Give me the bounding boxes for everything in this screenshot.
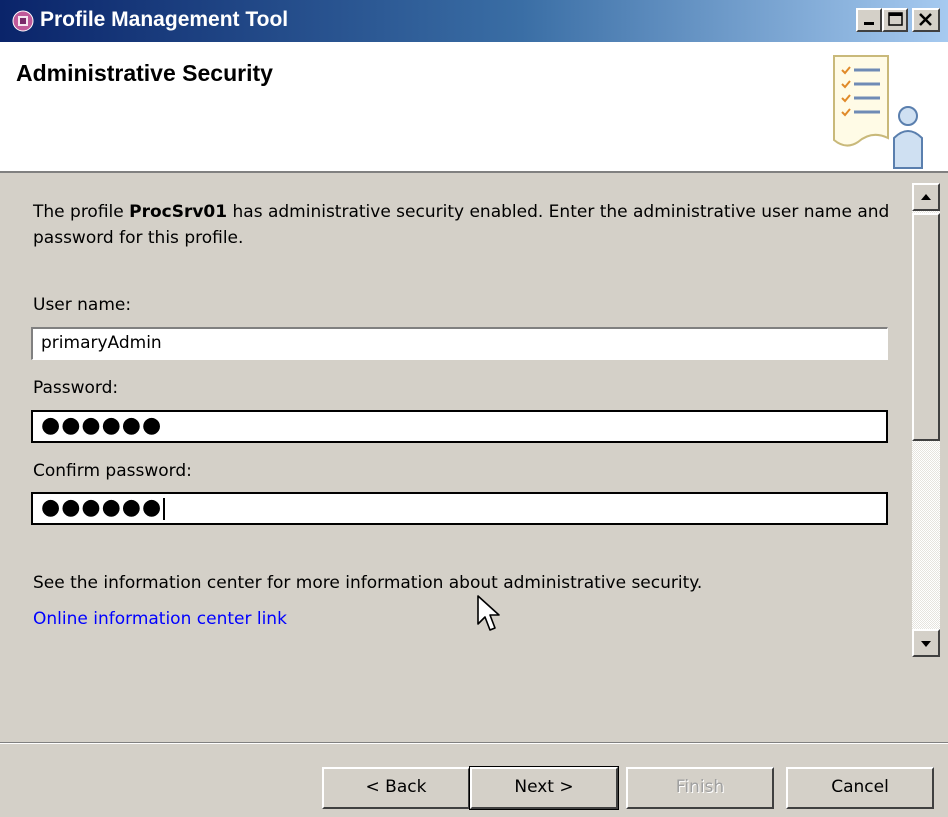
username-value: primaryAdmin <box>41 333 162 353</box>
scroll-up-button[interactable] <box>912 183 940 211</box>
confirm-password-field[interactable]: ●●●●●● <box>30 491 889 526</box>
finish-button[interactable]: Finish <box>626 767 774 809</box>
password-value: ●●●●●● <box>41 413 163 438</box>
app-icon <box>12 10 34 32</box>
cancel-button[interactable]: Cancel <box>786 767 934 809</box>
close-icon <box>919 13 932 26</box>
minimize-icon <box>864 22 874 25</box>
scroll-down-button[interactable] <box>912 629 940 657</box>
window-title: Profile Management Tool <box>40 8 289 31</box>
profile-name: ProcSrv01 <box>129 202 228 222</box>
arrow-up-icon <box>921 194 931 200</box>
confirm-password-label: Confirm password: <box>33 461 192 481</box>
back-button[interactable]: < Back <box>322 767 470 809</box>
info-text: See the information center for more info… <box>33 573 703 593</box>
mouse-pointer-icon <box>477 595 500 631</box>
close-button[interactable] <box>912 8 940 32</box>
text-caret <box>163 498 166 520</box>
info-center-link[interactable]: Online information center link <box>33 609 287 629</box>
username-field[interactable]: primaryAdmin <box>30 326 889 361</box>
password-field[interactable]: ●●●●●● <box>30 409 889 444</box>
header-banner: Administrative Security <box>0 42 948 173</box>
arrow-down-icon <box>921 641 931 647</box>
maximize-button[interactable] <box>882 8 908 32</box>
confirm-password-value: ●●●●●● <box>41 495 163 520</box>
username-label: User name: <box>33 295 132 315</box>
footer-separator <box>0 742 948 744</box>
next-button[interactable]: Next > <box>469 766 619 810</box>
scroll-thumb[interactable] <box>912 213 940 441</box>
minimize-button[interactable] <box>856 8 882 32</box>
page-title: Administrative Security <box>16 60 273 86</box>
intro-prefix: The profile <box>33 202 130 222</box>
intro-text: The profile ProcSrv01 has administrative… <box>33 199 893 251</box>
content-panel: The profile ProcSrv01 has administrative… <box>0 175 912 657</box>
maximize-icon <box>888 12 903 26</box>
title-bar: Profile Management Tool <box>0 0 948 42</box>
password-label: Password: <box>33 378 119 398</box>
vertical-scrollbar[interactable] <box>912 183 940 657</box>
security-profile-icon <box>833 55 923 169</box>
